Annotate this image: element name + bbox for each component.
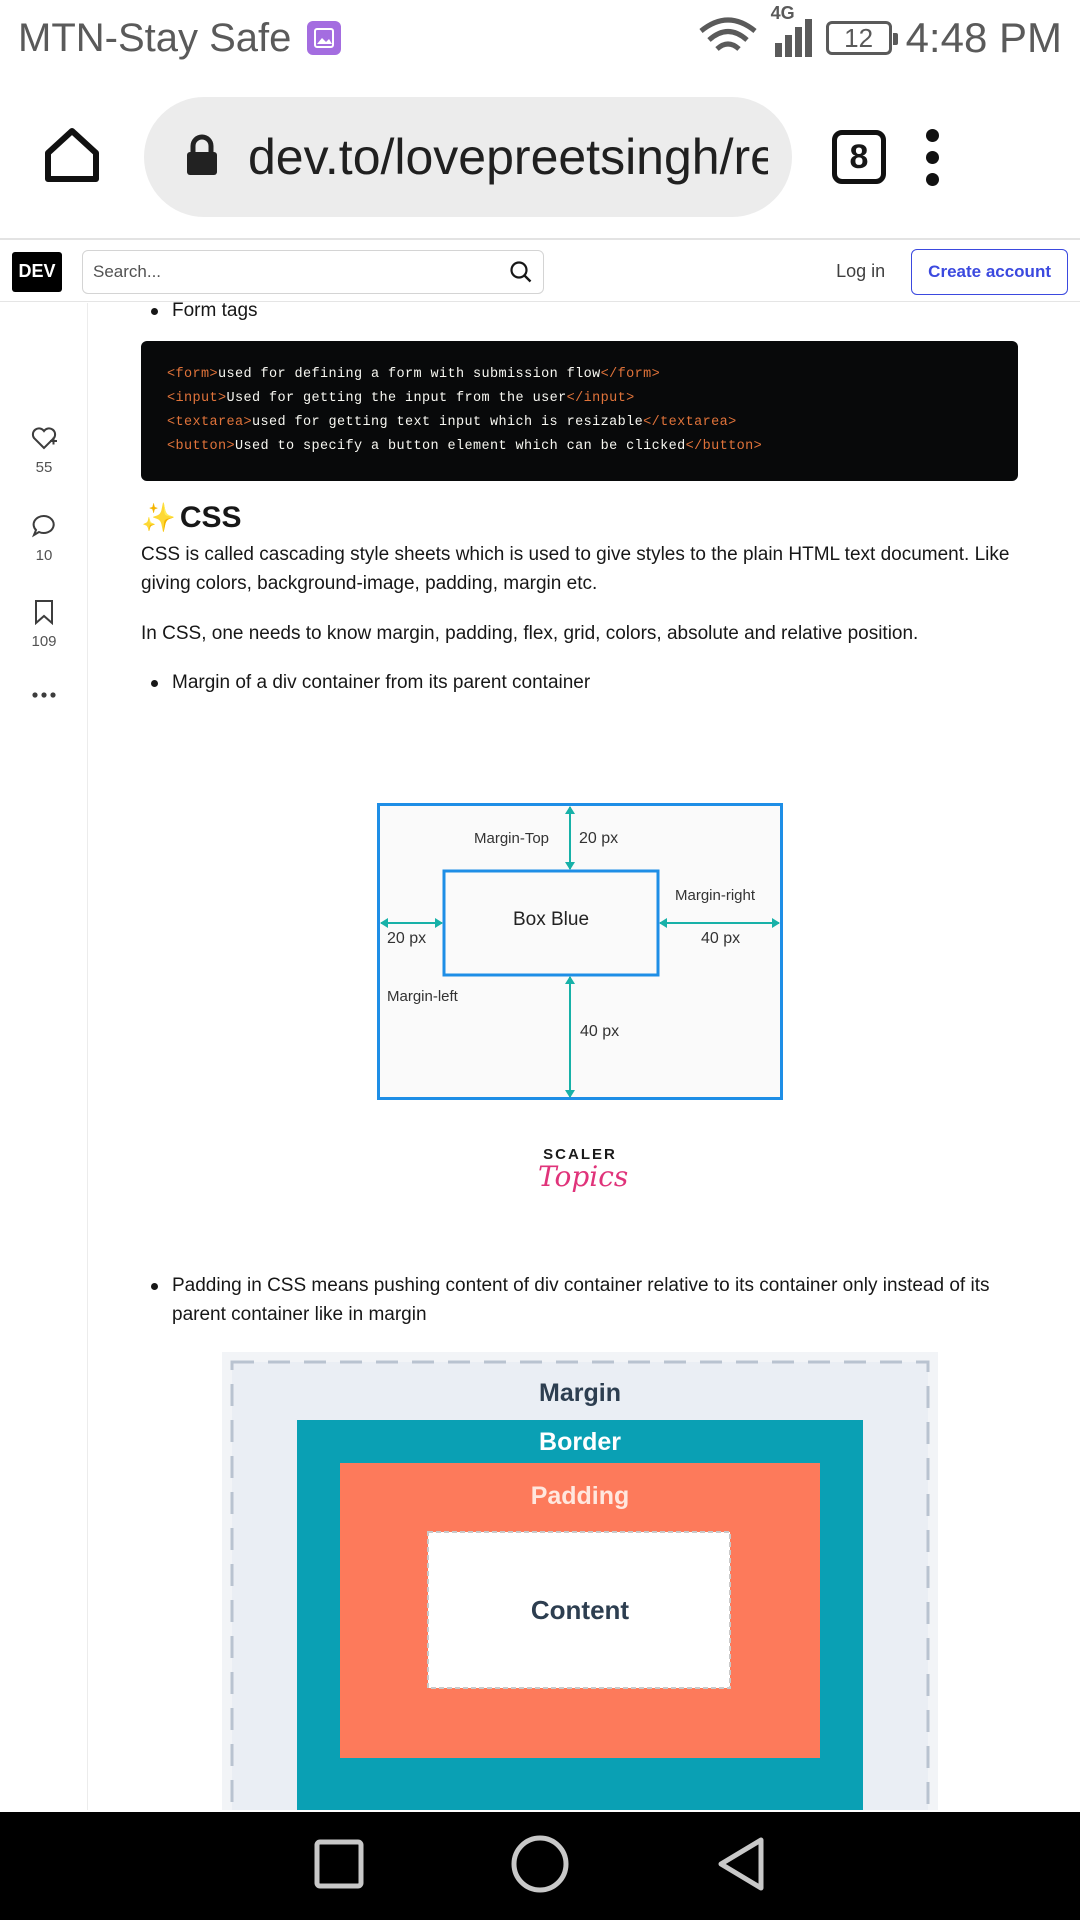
heading-text: CSS (179, 501, 242, 534)
list-item: Padding in CSS means pushing content of … (141, 1271, 1018, 1329)
address-bar[interactable]: dev.to/lovepreetsingh/re (144, 97, 792, 217)
margin-left-label: Margin-left (387, 988, 459, 1005)
wifi-icon (695, 9, 761, 67)
box-label: Box Blue (513, 909, 589, 930)
margin-left-value: 20 px (387, 930, 426, 947)
article-body: Form tags <form>used for defining a form… (141, 296, 1018, 697)
login-link[interactable]: Log in (822, 253, 899, 290)
margin-layer-label: Margin (539, 1379, 621, 1407)
carrier-name: MTN-Stay Safe (18, 15, 292, 60)
comment-icon (31, 514, 55, 538)
heart-plus-icon (31, 427, 57, 450)
home-nav-button[interactable] (510, 1834, 570, 1899)
square-icon (314, 1839, 364, 1888)
circle-icon (511, 1835, 569, 1892)
margin-bottom-value: 40 px (580, 1023, 619, 1040)
code-line: <input>Used for getting the input from t… (167, 391, 635, 406)
scaler-topics-logo: SCALER Topics (538, 1146, 629, 1193)
browser-menu-button[interactable] (926, 128, 939, 186)
battery-indicator: 12 (825, 21, 898, 55)
more-vert-icon (926, 128, 939, 142)
code-block: <form>used for defining a form with subm… (141, 341, 1018, 481)
margin-top-value: 20 px (579, 830, 618, 847)
home-icon (45, 127, 99, 182)
list-item: Form tags (141, 296, 1018, 325)
article-body-continued: Padding in CSS means pushing content of … (141, 1271, 1018, 1329)
search-input[interactable]: Search... (82, 249, 544, 294)
margin-diagram: Box Blue Margin-Top 20 px Margin-right 4… (377, 803, 783, 1100)
tab-count: 8 (849, 137, 869, 176)
box-model-diagram: Margin Border Padding Content (222, 1352, 938, 1810)
bullet-text: Padding in CSS means pushing content of … (172, 1275, 990, 1325)
recents-button[interactable] (313, 1838, 365, 1895)
bookmark-count: 109 (31, 633, 57, 650)
comment-count: 10 (35, 547, 53, 564)
border-layer-label: Border (539, 1428, 621, 1456)
code-line: <button>Used to specify a button element… (167, 439, 763, 454)
content-layer-label: Content (531, 1595, 630, 1625)
search-icon[interactable] (509, 260, 533, 284)
reaction-count: 55 (35, 459, 53, 476)
code-line: <textarea>used for getting text input wh… (167, 415, 737, 430)
browser-toolbar: dev.to/lovepreetsingh/re 8 (0, 76, 1080, 240)
search-placeholder: Search... (93, 261, 162, 281)
dev-header: DEV Search... Log in Create account (0, 242, 1080, 302)
comments-button[interactable]: 10 (0, 513, 88, 564)
lock-icon (184, 133, 220, 182)
margin-right-value: 40 px (701, 930, 740, 947)
article-actions-sidebar: 55 10 109 (0, 303, 88, 1810)
code-line: <form>used for defining a form with subm… (167, 367, 661, 382)
battery-level: 12 (844, 22, 874, 53)
gallery-notification-icon (307, 21, 342, 55)
bullet-text: Margin of a div container from its paren… (172, 672, 591, 693)
more-horiz-icon (32, 692, 56, 698)
margin-top-label: Margin-Top (474, 830, 549, 847)
tab-switcher-button[interactable]: 8 (832, 130, 886, 184)
bookmark-button[interactable]: 109 (0, 599, 88, 650)
bullet-text: Form tags (172, 300, 258, 321)
sparkles-icon: ✨ (141, 502, 176, 533)
dev-logo[interactable]: DEV (12, 251, 62, 292)
back-triangle-icon (718, 1837, 764, 1890)
margin-right-label: Margin-right (675, 887, 756, 904)
list-item: Margin of a div container from its paren… (141, 668, 1018, 697)
reaction-button[interactable]: 55 (0, 425, 88, 476)
home-button[interactable] (40, 123, 104, 192)
create-account-button[interactable]: Create account (911, 248, 1068, 295)
back-button[interactable] (715, 1836, 767, 1897)
section-heading: ✨ CSS (141, 501, 1018, 534)
bookmark-icon (35, 600, 53, 625)
paragraph: CSS is called cascading style sheets whi… (141, 544, 1010, 594)
padding-layer-label: Padding (531, 1482, 630, 1510)
network-type: 4G (770, 3, 795, 23)
system-nav-bar (0, 1812, 1080, 1920)
url-text: dev.to/lovepreetsingh/re (248, 129, 768, 185)
paragraph: In CSS, one needs to know margin, paddin… (141, 623, 919, 644)
signal-icon: 4G (771, 3, 812, 57)
clock: 4:48 PM (905, 14, 1062, 61)
more-options-button[interactable] (0, 691, 88, 699)
status-bar: MTN-Stay Safe 4G 12 4:48 PM (0, 0, 1080, 76)
